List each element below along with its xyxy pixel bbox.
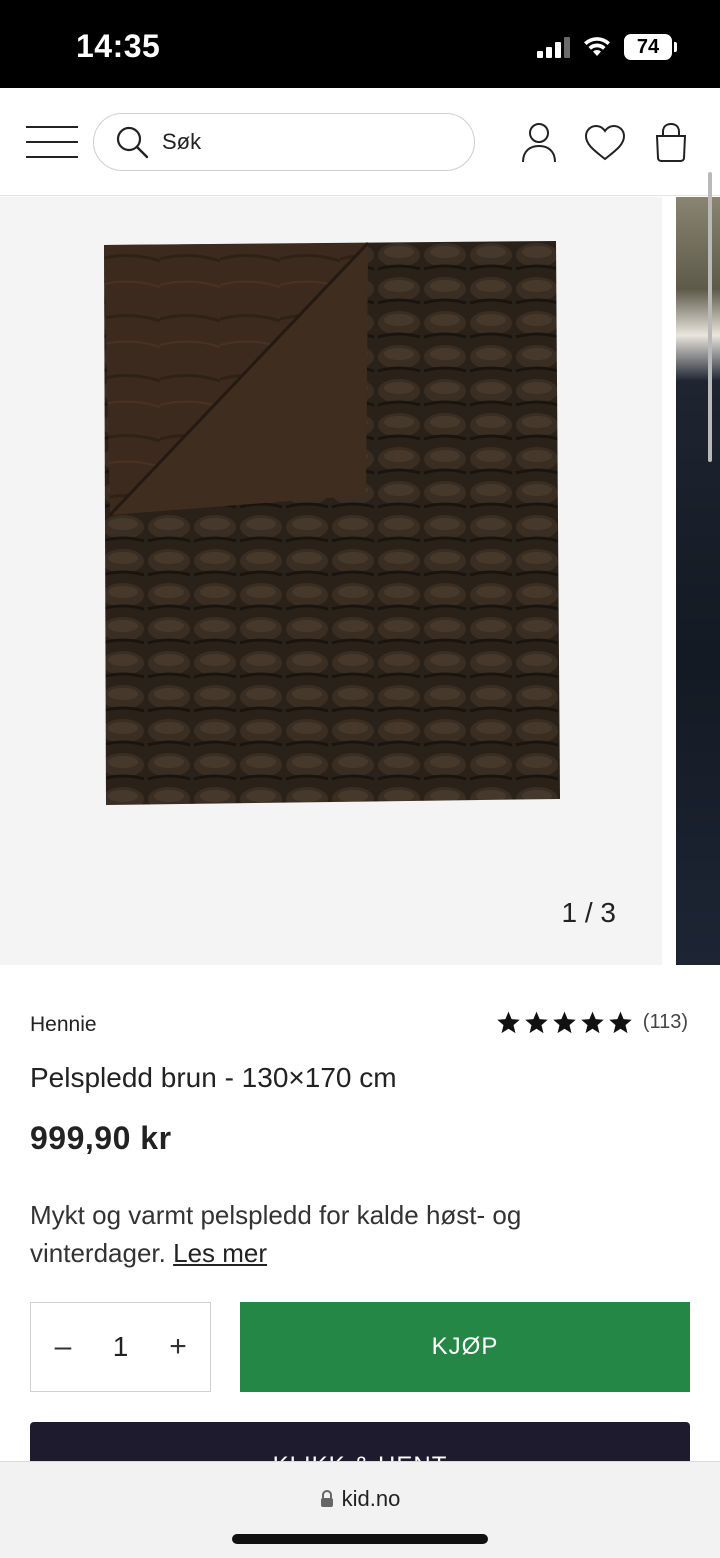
description-text: Mykt og varmt pelspledd for kalde høst- … <box>30 1200 522 1268</box>
signal-icon <box>537 36 570 58</box>
account-icon[interactable] <box>514 118 564 168</box>
quantity-stepper: – 1 + <box>30 1302 211 1392</box>
scrollbar[interactable] <box>708 172 712 462</box>
product-image-slide[interactable]: 1 / 3 <box>0 197 662 965</box>
status-icons: 74 <box>537 34 677 60</box>
buy-button[interactable]: KJØP <box>240 1302 690 1392</box>
star-icon <box>581 1011 604 1034</box>
wishlist-heart-icon[interactable] <box>580 118 630 168</box>
browser-address-bar[interactable]: kid.no <box>0 1461 720 1558</box>
product-description: Mykt og varmt pelspledd for kalde høst- … <box>30 1196 650 1272</box>
next-product-image[interactable] <box>676 197 720 965</box>
url-display[interactable]: kid.no <box>0 1486 720 1512</box>
search-icon <box>116 126 149 159</box>
star-icon <box>609 1011 632 1034</box>
wifi-icon <box>584 37 610 56</box>
quantity-value[interactable]: 1 <box>113 1331 129 1363</box>
product-gallery[interactable]: 1 / 3 <box>0 197 720 965</box>
product-title: Pelspledd brun - 130×170 cm <box>30 1062 397 1093</box>
slide-counter: 1 / 3 <box>561 897 616 928</box>
status-time: 14:35 <box>76 28 161 64</box>
site-header <box>0 88 720 196</box>
home-indicator[interactable] <box>232 1534 488 1544</box>
rating-stars <box>496 1010 633 1035</box>
product-brand[interactable]: Hennie <box>30 1013 97 1037</box>
search-input[interactable] <box>162 129 442 155</box>
battery-icon: 74 <box>624 34 677 60</box>
quantity-decrease-button[interactable]: – <box>51 1330 75 1364</box>
product-image-fur-throw <box>104 241 560 805</box>
rating-count: (113) <box>642 1011 688 1033</box>
menu-icon[interactable] <box>26 126 80 160</box>
shopping-bag-icon[interactable] <box>646 118 696 168</box>
lock-icon <box>320 1490 333 1507</box>
star-icon <box>497 1011 520 1034</box>
quantity-increase-button[interactable]: + <box>166 1330 190 1364</box>
read-more-link[interactable]: Les mer <box>173 1238 267 1268</box>
star-icon <box>525 1011 548 1034</box>
product-price: 999,90 kr <box>30 1120 172 1156</box>
status-bar: 14:35 74 <box>0 0 720 88</box>
url-text: kid.no <box>341 1486 401 1511</box>
search-bar[interactable] <box>93 113 475 171</box>
star-icon <box>553 1011 576 1034</box>
product-rating[interactable]: (113) <box>496 1010 688 1035</box>
